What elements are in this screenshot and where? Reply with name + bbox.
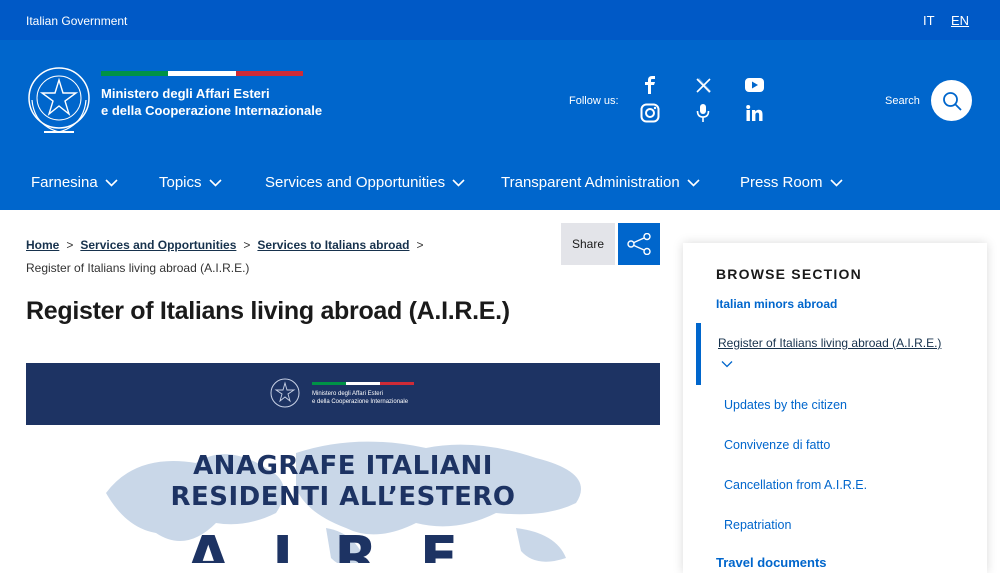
chevron-down-icon [105,179,118,187]
sidebar-subitem-updates[interactable]: Updates by the citizen [724,398,847,412]
hero-image: Ministero degli Affari Esteri e della Co… [26,363,660,563]
chevron-down-icon [829,179,843,187]
republic-emblem-icon [270,378,300,408]
hero-heading-line2: RESIDENTI ALL’ESTERO [170,482,516,512]
ministry-line1: Ministero degli Affari Esteri [101,86,270,101]
top-bar: Italian Government IT EN [0,0,1000,40]
share-label: Share [571,237,605,251]
share-icon-button[interactable] [618,223,660,265]
hero-ministry-name: Ministero degli Affari Esteri e della Co… [312,390,408,406]
share-icon [627,233,651,255]
share-button[interactable]: Share [561,223,615,265]
breadcrumb-current: Register of Italians living abroad (A.I.… [26,261,250,275]
italian-flag-stripe [312,382,414,385]
search-button[interactable] [931,80,972,121]
podcast-icon[interactable] [691,101,715,125]
nav-topics[interactable]: Topics [159,174,222,191]
chevron-down-icon[interactable] [721,359,733,369]
chevron-down-icon [452,179,465,187]
follow-us-label: Follow us: [569,95,619,107]
nav-label: Topics [159,174,202,191]
active-indicator [696,323,701,385]
hero-ministry-line1: Ministero degli Affari Esteri [312,391,383,397]
breadcrumb-separator: > [66,238,74,252]
nav-transparent-administration[interactable]: Transparent Administration [501,174,700,191]
page-title: Register of Italians living abroad (A.I.… [26,297,510,325]
nav-services[interactable]: Services and Opportunities [265,174,465,191]
sidebar-heading: BROWSE SECTION [716,266,862,282]
breadcrumb-separator: > [243,238,251,252]
nav-label: Transparent Administration [501,174,680,191]
breadcrumb: Home > Services and Opportunities > Services… [26,234,431,280]
chevron-down-icon [687,179,700,187]
sidebar-subitem-cancellation[interactable]: Cancellation from A.I.R.E. [724,478,867,492]
breadcrumb-services-italians-abroad[interactable]: Services to Italians abroad [257,238,409,252]
nav-press-room[interactable]: Press Room [740,174,843,191]
browse-section-sidebar: BROWSE SECTION Italian minors abroad Reg… [683,243,987,573]
nav-label: Press Room [740,174,823,191]
republic-emblem-icon[interactable] [24,60,94,140]
hero-heading-line3: A.I.R.E. [186,525,500,563]
ministry-line2: e della Cooperazione Internazionale [101,103,323,118]
search-label[interactable]: Search [885,95,920,107]
sidebar-subitem-repatriation[interactable]: Repatriation [724,518,791,532]
linkedin-icon[interactable] [742,101,766,125]
youtube-icon[interactable] [742,73,766,97]
italian-government-link[interactable]: Italian Government [26,14,127,28]
breadcrumb-services-opportunities[interactable]: Services and Opportunities [80,238,236,252]
nav-label: Farnesina [31,174,98,191]
facebook-icon[interactable] [638,73,662,97]
chevron-down-icon [208,179,222,187]
hero-ministry-line2: e della Cooperazione Internazionale [312,399,409,405]
sidebar-item-italian-minors[interactable]: Italian minors abroad [716,297,837,308]
italian-flag-stripe [101,71,303,76]
sidebar-subitem-convivenze[interactable]: Convivenze di fatto [724,438,830,452]
nav-label: Services and Opportunities [265,174,446,191]
ministry-name[interactable]: Ministero degli Affari Esteri e della Co… [101,85,322,119]
lang-it-link[interactable]: IT [923,13,935,28]
lang-en-link[interactable]: EN [951,13,969,28]
breadcrumb-separator: > [416,238,424,252]
search-icon [942,91,962,111]
x-icon[interactable] [691,73,715,97]
nav-farnesina[interactable]: Farnesina [31,174,118,191]
breadcrumb-home[interactable]: Home [26,238,59,252]
sidebar-item-aire[interactable]: Register of Italians living abroad (A.I.… [718,336,941,350]
instagram-icon[interactable] [638,101,662,125]
site-header: Ministero degli Affari Esteri e della Co… [0,40,1000,210]
hero-heading-line1: ANAGRAFE ITALIANI [193,451,493,481]
